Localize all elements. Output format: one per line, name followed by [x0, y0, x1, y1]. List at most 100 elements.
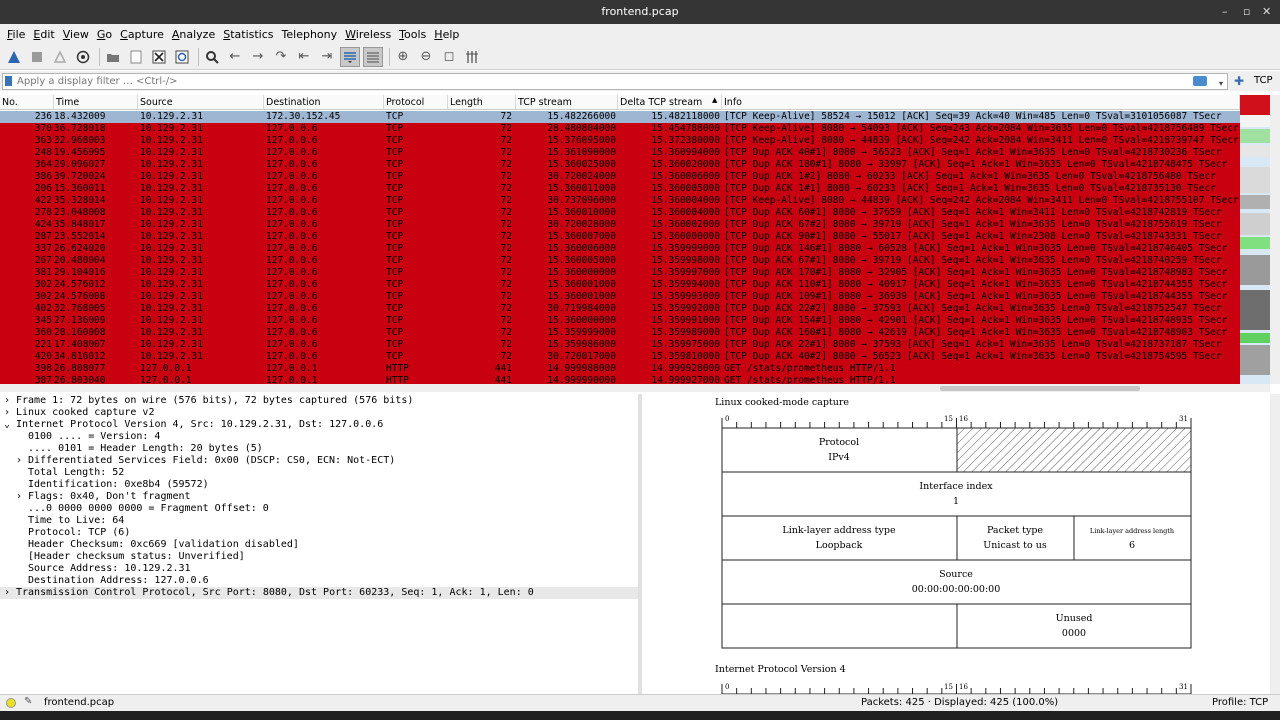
menu-go[interactable]: Go — [94, 28, 115, 41]
detail-row[interactable]: 0100 .... = Version: 4 — [0, 431, 638, 443]
capture-options-icon[interactable] — [73, 47, 93, 67]
diagram-scrollbar[interactable] — [1270, 394, 1280, 694]
packet-row[interactable]: 287 23.552014 10.129.2.31 127.0.0.6 TCP 72 15.… — [0, 231, 1240, 243]
col-info-header[interactable]: Info — [722, 95, 1240, 110]
menu-help[interactable]: Help — [431, 28, 462, 41]
menu-analyze[interactable]: Analyze — [169, 28, 218, 41]
add-filter-button-icon[interactable]: ✚ — [1234, 74, 1244, 88]
go-to-packet-icon[interactable]: ↷ — [271, 47, 291, 67]
packet-row[interactable]: 387 26.803040 127.0.0.1 127.0.0.1 HTTP 441 14.… — [0, 375, 1240, 384]
menu-file[interactable]: File — [4, 28, 28, 41]
packet-row-selected[interactable]: 236 18.432009 10.129.2.31 172.30.152.45 TCP 7… — [0, 111, 1240, 123]
first-packet-icon[interactable]: ⇤ — [294, 47, 314, 67]
col-delta-tcp-stream-header[interactable]: Delta TCP stream — [618, 95, 722, 110]
colorize-icon[interactable] — [363, 46, 383, 67]
expanded-arrow-icon[interactable]: ⌄ — [4, 419, 10, 431]
packet-minimap[interactable] — [1240, 95, 1270, 384]
detail-row[interactable]: .... 0101 = Header Length: 20 bytes (5) — [0, 443, 638, 455]
detail-row[interactable]: Destination Address: 127.0.0.6 — [0, 575, 638, 587]
packet-row[interactable]: 398 26.808077 127.0.0.1 127.0.0.1 HTTP 441 14.… — [0, 363, 1240, 375]
open-folder-icon[interactable] — [103, 47, 123, 67]
packet-row[interactable]: 345 27.136009 10.129.2.31 127.0.0.6 TCP 72 15.… — [0, 315, 1240, 327]
close-file-icon[interactable] — [149, 47, 169, 67]
packet-row[interactable]: 381 29.104016 10.129.2.31 127.0.0.6 TCP 72 15.… — [0, 267, 1240, 279]
packet-row[interactable]: 302 24.576008 10.129.2.31 127.0.0.6 TCP 72 15.… — [0, 291, 1240, 303]
packet-list-scrollbar[interactable] — [1270, 95, 1280, 384]
go-forward-icon[interactable]: → — [248, 47, 268, 67]
edit-comment-icon[interactable]: ✎ — [24, 696, 32, 707]
col-no-header[interactable]: No. — [0, 95, 54, 110]
expert-info-icon[interactable] — [6, 698, 16, 708]
detail-row[interactable]: › Linux cooked capture v2 — [0, 407, 638, 419]
packet-row[interactable]: 278 23.048008 10.129.2.31 127.0.0.6 TCP 72 15.… — [0, 207, 1240, 219]
resize-columns-icon[interactable] — [462, 47, 482, 67]
hscroll-thumb[interactable] — [940, 386, 1140, 391]
col-destination-header[interactable]: Destination — [264, 95, 384, 110]
go-back-icon[interactable]: ← — [225, 47, 245, 67]
detail-row[interactable]: Header Checksum: 0xc669 [validation disa… — [0, 539, 638, 551]
packet-row[interactable]: 370 36.728018 10.129.2.31 127.0.0.6 TCP 72 28.… — [0, 123, 1240, 135]
detail-row[interactable]: › Transmission Control Protocol, Src Port… — [0, 587, 638, 599]
find-packet-icon[interactable] — [202, 47, 222, 67]
zoom-out-icon[interactable]: ⊖ — [416, 47, 436, 67]
shark-fin-start-icon[interactable] — [4, 47, 24, 67]
menu-wireless[interactable]: Wireless — [342, 28, 394, 41]
detail-row[interactable]: [Header checksum status: Unverified] — [0, 551, 638, 563]
packet-row[interactable]: 267 20.480004 10.129.2.31 127.0.0.6 TCP 72 15.… — [0, 255, 1240, 267]
maximize-icon[interactable]: ▫ — [1243, 0, 1250, 24]
detail-row[interactable]: ...0 0000 0000 0000 = Fragment Offset: 0 — [0, 503, 638, 515]
collapsed-arrow-icon[interactable]: › — [16, 455, 22, 467]
detail-row[interactable]: ⌄ Internet Protocol Version 4, Src: 10.12… — [0, 419, 638, 431]
col-tcp-stream-header[interactable]: TCP stream — [516, 95, 618, 110]
packet-row[interactable]: 424 35.848017 10.129.2.31 127.0.0.6 TCP 72 30.… — [0, 219, 1240, 231]
packet-row[interactable]: 206 15.360011 10.129.2.31 127.0.0.6 TCP 72 15.… — [0, 183, 1240, 195]
packet-row[interactable]: 302 24.576012 10.129.2.31 127.0.0.6 TCP 72 15.… — [0, 279, 1240, 291]
stop-icon[interactable] — [27, 47, 47, 67]
close-icon[interactable]: ✕ — [1262, 0, 1271, 24]
filter-button-tcp[interactable]: TCP — [1254, 75, 1273, 86]
display-filter-input[interactable]: Apply a display filter … <Ctrl-/> ▾ — [2, 73, 1228, 90]
detail-row[interactable]: Source Address: 10.129.2.31 — [0, 563, 638, 575]
menu-tools[interactable]: Tools — [396, 28, 429, 41]
packet-row[interactable]: 248 19.456995 10.129.2.31 127.0.0.6 TCP 72 15.… — [0, 147, 1240, 159]
menu-telephony[interactable]: Telephony — [279, 28, 341, 41]
restart-icon[interactable] — [50, 47, 70, 67]
status-profile[interactable]: Profile: TCP — [1212, 697, 1268, 708]
last-packet-icon[interactable]: ⇥ — [317, 47, 337, 67]
collapsed-arrow-icon[interactable]: › — [4, 407, 10, 419]
menu-edit[interactable]: Edit — [30, 28, 57, 41]
detail-row[interactable]: Total Length: 52 — [0, 467, 638, 479]
detail-row[interactable]: › Frame 1: 72 bytes on wire (576 bits), 7… — [0, 395, 638, 407]
zoom-in-icon[interactable]: ⊕ — [393, 47, 413, 67]
normal-size-icon[interactable]: ◻ — [439, 47, 459, 67]
packet-row[interactable]: 337 26.624020 10.129.2.31 127.0.0.6 TCP 72 15.… — [0, 243, 1240, 255]
packet-row[interactable]: 364 29.096027 10.129.2.31 127.0.0.6 TCP 72 15.… — [0, 159, 1240, 171]
col-length-header[interactable]: Length — [448, 95, 516, 110]
packet-row[interactable]: 386 39.720024 10.129.2.31 127.0.0.6 TCP 72 30.… — [0, 171, 1240, 183]
save-file-icon[interactable] — [126, 47, 146, 67]
packet-list[interactable]: 236 18.432009 10.129.2.31 172.30.152.45 TCP 7… — [0, 111, 1240, 384]
packet-details-tree[interactable]: › Frame 1: 72 bytes on wire (576 bits), 7… — [0, 394, 638, 694]
collapsed-arrow-icon[interactable]: › — [16, 491, 22, 503]
detail-row[interactable]: Protocol: TCP (6) — [0, 527, 638, 539]
apply-filter-arrow-icon[interactable] — [1193, 76, 1207, 86]
detail-row[interactable]: › Flags: 0x40, Don't fragment — [0, 491, 638, 503]
col-protocol-header[interactable]: Protocol — [384, 95, 448, 110]
detail-row[interactable]: Identification: 0xe8b4 (59572) — [0, 479, 638, 491]
col-source-header[interactable]: Source — [138, 95, 264, 110]
minimize-icon[interactable]: – — [1222, 0, 1228, 24]
packet-row[interactable]: 422 35.328014 10.129.2.31 127.0.0.6 TCP 72 30.… — [0, 195, 1240, 207]
packet-row[interactable]: 363 32.968003 10.129.2.31 127.0.0.6 TCP 72 15.… — [0, 135, 1240, 147]
autoscroll-icon[interactable] — [340, 46, 360, 67]
collapsed-arrow-icon[interactable]: › — [4, 587, 10, 599]
col-time-header[interactable]: Time — [54, 95, 138, 110]
bookmark-icon[interactable] — [5, 76, 12, 86]
packet-list-horizontal-scrollbar[interactable] — [0, 384, 1270, 392]
packet-row[interactable]: 360 28.160008 10.129.2.31 127.0.0.6 TCP 72 15.… — [0, 327, 1240, 339]
detail-row[interactable]: › Differentiated Services Field: 0x00 (DS… — [0, 455, 638, 467]
menu-capture[interactable]: Capture — [117, 28, 167, 41]
menu-statistics[interactable]: Statistics — [220, 28, 276, 41]
filter-history-dropdown-icon[interactable]: ▾ — [1219, 76, 1223, 91]
reload-icon[interactable] — [172, 47, 192, 67]
packet-row[interactable]: 221 17.408007 10.129.2.31 127.0.0.6 TCP 72 15.… — [0, 339, 1240, 351]
